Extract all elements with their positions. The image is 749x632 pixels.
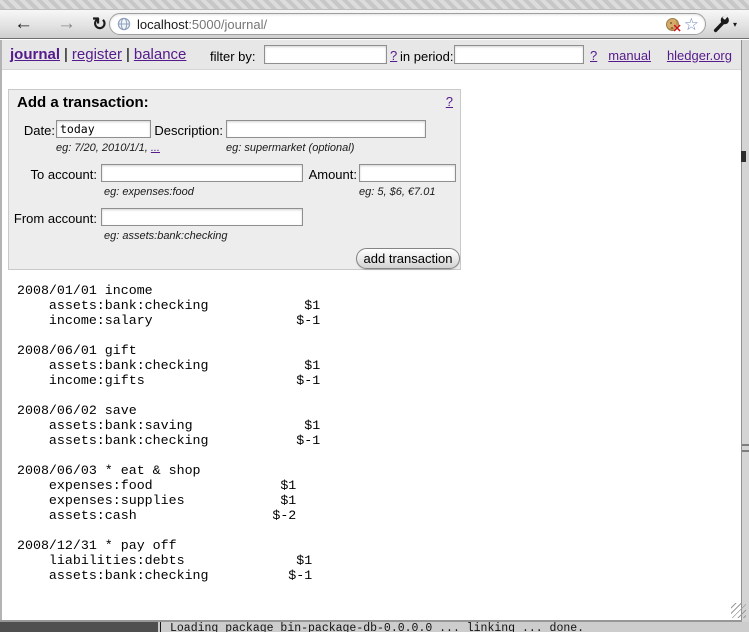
globe-icon [117, 17, 131, 31]
cookie-blocked-icon[interactable]: ✕ [666, 18, 679, 31]
panel-help-link[interactable]: ? [446, 94, 453, 109]
background-terminal-border [160, 622, 161, 632]
wrench-icon [711, 14, 731, 34]
amount-input[interactable] [359, 164, 456, 182]
reload-button[interactable]: ↻ [92, 10, 107, 38]
nav-separator: | [122, 46, 134, 63]
browser-tab-strip [0, 0, 749, 10]
filter-help-link[interactable]: ? [390, 48, 397, 63]
browser-toolbar: ← → ↻ localhost:5000/journal/ ✕ ☆ ▾ [0, 10, 749, 39]
window-border-right [741, 40, 749, 622]
period-input[interactable] [454, 45, 584, 64]
journal-text: 2008/01/01 income assets:bank:checking $… [17, 283, 320, 583]
date-hint-more-link[interactable]: ... [151, 142, 160, 154]
filter-input[interactable] [264, 45, 387, 64]
from-account-label: From account: [9, 211, 97, 226]
date-hint: eg: 7/20, 2010/1/1, ... [56, 142, 160, 154]
browser-menu-button[interactable]: ▾ [711, 12, 737, 36]
from-account-input[interactable] [101, 208, 303, 226]
address-bar[interactable]: localhost:5000/journal/ ✕ ☆ [109, 13, 706, 35]
date-label: Date: [17, 123, 55, 138]
forward-button[interactable]: → [57, 10, 76, 38]
to-account-label: To account: [9, 167, 97, 182]
background-window-fragment [742, 444, 749, 446]
view-links: journal|register|balance [10, 46, 186, 63]
external-links: manual hledger.org [592, 48, 732, 63]
add-transaction-button[interactable]: add transaction [356, 248, 460, 269]
background-terminal-text: Loading package bin-package-db-0.0.0.0 .… [170, 622, 584, 632]
background-terminal-window: Loading package bin-package-db-0.0.0.0 .… [0, 622, 749, 632]
menu-caret-icon: ▾ [733, 20, 737, 29]
url-path: :5000/journal/ [188, 17, 267, 32]
nav-separator: | [60, 46, 72, 63]
manual-link[interactable]: manual [608, 48, 651, 63]
back-button[interactable]: ← [14, 10, 33, 38]
background-window-fragment [742, 450, 749, 452]
description-label: Description: [139, 123, 223, 138]
description-input[interactable] [226, 120, 426, 138]
nav-link-balance[interactable]: balance [134, 46, 187, 63]
description-hint: eg: supermarket (optional) [226, 142, 354, 154]
cookie-crumb [670, 22, 672, 24]
date-hint-text: eg: 7/20, 2010/1/1, [56, 142, 151, 154]
filter-by-label: filter by: [210, 49, 256, 64]
nav-link-journal[interactable]: journal [10, 46, 60, 63]
amount-label: Amount: [277, 167, 357, 182]
hledger-org-link[interactable]: hledger.org [667, 48, 732, 63]
from-account-hint: eg: assets:bank:checking [104, 230, 228, 242]
url-text[interactable]: localhost:5000/journal/ [137, 17, 666, 32]
in-period-label: in period: [400, 49, 453, 64]
resize-grip[interactable] [731, 603, 746, 618]
background-terminal-dark-area [0, 622, 158, 632]
panel-title: Add a transaction: [17, 94, 149, 111]
window-border-left [0, 40, 2, 621]
background-window-fragment [741, 151, 746, 162]
nav-link-register[interactable]: register [72, 46, 122, 63]
bookmark-star-icon[interactable]: ☆ [684, 16, 699, 33]
date-input[interactable] [56, 120, 151, 138]
amount-hint: eg: 5, $6, €7.01 [359, 186, 435, 198]
add-transaction-panel: Add a transaction: ? Date: Description: … [8, 89, 461, 270]
url-host: localhost [137, 17, 188, 32]
cookie-blocked-x-mark: ✕ [673, 24, 682, 35]
to-account-input[interactable] [101, 164, 303, 182]
to-account-hint: eg: expenses:food [104, 186, 194, 198]
hledger-navbar: journal|register|balance filter by: ? in… [2, 40, 741, 70]
